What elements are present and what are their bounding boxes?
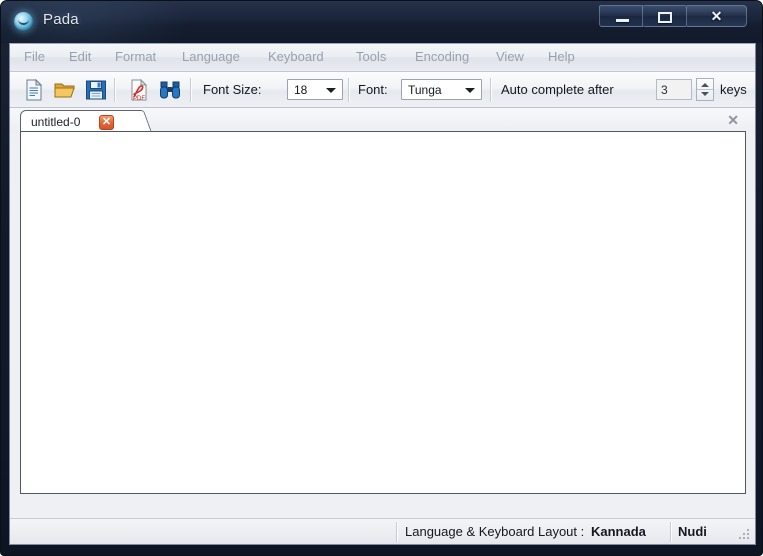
close-button[interactable]: ✕ bbox=[687, 5, 747, 27]
font-family-select[interactable]: Tunga bbox=[401, 79, 482, 100]
tab-close-icon: ✕ bbox=[101, 116, 112, 128]
resize-grip[interactable] bbox=[737, 527, 751, 541]
minimize-button[interactable] bbox=[599, 5, 643, 27]
font-size-value: 18 bbox=[294, 83, 308, 97]
chevron-down-icon bbox=[326, 88, 336, 93]
maximize-icon bbox=[658, 12, 672, 23]
autocomplete-keys-input[interactable]: 3 bbox=[656, 79, 692, 100]
open-folder-icon[interactable] bbox=[53, 78, 77, 102]
menu-item-format[interactable]: Format bbox=[113, 49, 158, 64]
maximize-button[interactable] bbox=[643, 5, 687, 27]
menu-item-language[interactable]: Language bbox=[180, 49, 242, 64]
menu-item-tools[interactable]: Tools bbox=[354, 49, 388, 64]
svg-text:PDF: PDF bbox=[133, 96, 145, 102]
status-layout-value: Nudi bbox=[678, 524, 707, 539]
toolbar-separator-1 bbox=[114, 78, 116, 102]
menu-bar: File Edit Format Language Keyboard Tools… bbox=[10, 44, 755, 72]
autocomplete-stepper[interactable] bbox=[696, 78, 714, 101]
minimize-icon bbox=[616, 19, 629, 22]
new-file-icon[interactable] bbox=[22, 78, 46, 102]
tab-untitled-0[interactable]: untitled-0 ✕ bbox=[20, 110, 140, 133]
autocomplete-keys-value: 3 bbox=[661, 83, 668, 97]
menu-item-keyboard[interactable]: Keyboard bbox=[266, 49, 326, 64]
close-icon: ✕ bbox=[710, 8, 723, 24]
toolbar-separator-2 bbox=[190, 78, 192, 102]
find-binoculars-icon[interactable] bbox=[158, 78, 182, 102]
client-area: File Edit Format Language Keyboard Tools… bbox=[9, 43, 756, 545]
menu-item-help[interactable]: Help bbox=[546, 49, 577, 64]
title-bar: Pada ✕ bbox=[1, 1, 762, 43]
window-title: Pada bbox=[43, 11, 79, 28]
toolbar-separator-3 bbox=[348, 78, 350, 102]
stepper-down-icon[interactable] bbox=[701, 92, 709, 96]
status-label: Language & Keyboard Layout : bbox=[405, 524, 585, 539]
export-pdf-icon[interactable]: PDF bbox=[127, 78, 151, 102]
chevron-down-icon bbox=[465, 88, 475, 93]
status-separator-2 bbox=[670, 522, 672, 542]
font-size-label: Font Size: bbox=[203, 82, 262, 97]
font-family-value: Tunga bbox=[408, 83, 442, 97]
application-window: Pada ✕ File Edit Format Language Keyboar… bbox=[0, 0, 763, 556]
tab-label: untitled-0 bbox=[31, 115, 81, 129]
tab-close-button[interactable]: ✕ bbox=[99, 115, 114, 130]
tab-bar: untitled-0 ✕ ✕ bbox=[10, 108, 755, 133]
toolbar-separator-4 bbox=[490, 78, 492, 102]
stepper-divider bbox=[697, 89, 713, 90]
status-bar: Language & Keyboard Layout : Kannada Nud… bbox=[10, 518, 755, 544]
menu-item-file[interactable]: File bbox=[22, 49, 47, 64]
toolbar: PDF Font Size: 18 Font: Tunga Auto compl… bbox=[10, 72, 755, 108]
stepper-up-icon[interactable] bbox=[701, 83, 709, 87]
font-size-select[interactable]: 18 bbox=[287, 79, 343, 100]
status-separator-1 bbox=[396, 522, 398, 542]
pada-app-icon bbox=[14, 12, 33, 31]
save-icon[interactable] bbox=[84, 78, 108, 102]
autocomplete-label: Auto complete after bbox=[501, 82, 614, 97]
autocomplete-suffix-label: keys bbox=[720, 82, 747, 97]
menu-item-edit[interactable]: Edit bbox=[67, 49, 93, 64]
menu-item-view[interactable]: View bbox=[494, 49, 526, 64]
editor-container bbox=[20, 131, 746, 494]
status-language-value: Kannada bbox=[591, 524, 646, 539]
tab-bar-close-button[interactable]: ✕ bbox=[727, 112, 739, 129]
menu-item-encoding[interactable]: Encoding bbox=[413, 49, 471, 64]
font-label: Font: bbox=[358, 82, 388, 97]
text-editor[interactable] bbox=[21, 132, 745, 493]
